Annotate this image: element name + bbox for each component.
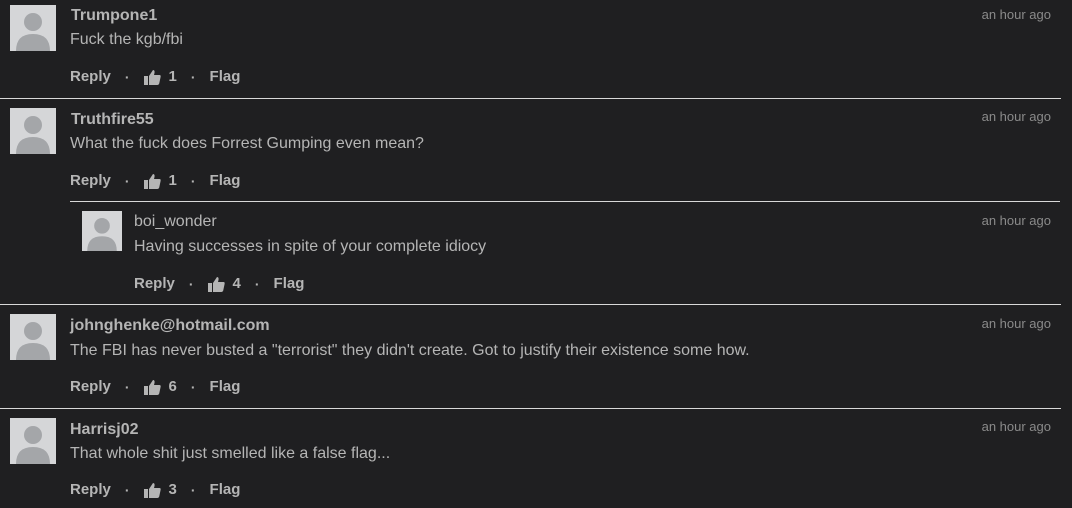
- separator: ·: [188, 275, 194, 292]
- user-silhouette-icon: [16, 322, 50, 360]
- flag-button[interactable]: Flag: [210, 481, 241, 498]
- comment-actions: Reply · 6 · Flag: [70, 378, 240, 395]
- comment-text: That whole shit just smelled like a fals…: [70, 445, 391, 462]
- separator: ·: [190, 481, 196, 498]
- separator: ·: [124, 378, 130, 395]
- thumbs-up-icon: [143, 69, 161, 85]
- comment-author[interactable]: boi_wonder: [134, 213, 217, 231]
- comment: Truthfire55 an hour ago What the fuck do…: [0, 99, 1072, 201]
- comment: johnghenke@hotmail.com an hour ago The F…: [0, 305, 1072, 407]
- flag-button[interactable]: Flag: [210, 68, 241, 85]
- reply-button[interactable]: Reply: [70, 172, 111, 189]
- comment-actions: Reply · 4 · Flag: [134, 275, 304, 292]
- user-silhouette-icon: [16, 13, 50, 51]
- thumbs-up-icon: [143, 379, 161, 395]
- avatar[interactable]: [10, 5, 56, 51]
- separator: ·: [190, 378, 196, 395]
- comment-timestamp[interactable]: an hour ago: [982, 109, 1051, 124]
- like-button[interactable]: 3: [143, 481, 177, 498]
- reply-comment: boi_wonder an hour ago Having successes …: [0, 202, 1072, 304]
- comment-timestamp[interactable]: an hour ago: [982, 419, 1051, 434]
- like-button[interactable]: 1: [143, 172, 177, 189]
- user-silhouette-icon: [87, 217, 117, 251]
- comment-text: The FBI has never busted a "terrorist" t…: [70, 342, 750, 359]
- comment-timestamp[interactable]: an hour ago: [982, 7, 1051, 22]
- comment-author[interactable]: Truthfire55: [71, 111, 154, 129]
- comment-actions: Reply · 3 · Flag: [70, 481, 240, 498]
- like-count: 1: [168, 172, 177, 189]
- like-button[interactable]: 4: [207, 275, 241, 292]
- comment-text: What the fuck does Forrest Gumping even …: [70, 135, 424, 152]
- reply-button[interactable]: Reply: [70, 378, 111, 395]
- like-button[interactable]: 1: [143, 68, 177, 85]
- avatar[interactable]: [10, 314, 56, 360]
- avatar[interactable]: [10, 418, 56, 464]
- reply-button[interactable]: Reply: [70, 481, 111, 498]
- reply-button[interactable]: Reply: [70, 68, 111, 85]
- avatar[interactable]: [10, 108, 56, 154]
- flag-button[interactable]: Flag: [210, 172, 241, 189]
- separator: ·: [254, 275, 260, 292]
- thumbs-up-icon: [143, 482, 161, 498]
- avatar[interactable]: [82, 211, 122, 251]
- like-button[interactable]: 6: [143, 378, 177, 395]
- comment-text: Fuck the kgb/fbi: [70, 31, 183, 48]
- comment-author[interactable]: Harrisj02: [70, 421, 139, 439]
- like-count: 4: [232, 275, 241, 292]
- thumbs-up-icon: [207, 276, 225, 292]
- flag-button[interactable]: Flag: [274, 275, 305, 292]
- user-silhouette-icon: [16, 426, 50, 464]
- separator: ·: [190, 68, 196, 85]
- separator: ·: [124, 68, 130, 85]
- comment: Harrisj02 an hour ago That whole shit ju…: [0, 409, 1072, 508]
- comment-actions: Reply · 1 · Flag: [70, 68, 240, 85]
- comment-author[interactable]: Trumpone1: [71, 7, 157, 25]
- comment-actions: Reply · 1 · Flag: [70, 172, 240, 189]
- comment-author[interactable]: johnghenke@hotmail.com: [70, 317, 270, 335]
- like-count: 6: [168, 378, 177, 395]
- comment-thread: Trumpone1 an hour ago Fuck the kgb/fbi R…: [0, 0, 1072, 508]
- comment-timestamp[interactable]: an hour ago: [982, 213, 1051, 228]
- separator: ·: [124, 481, 130, 498]
- reply-button[interactable]: Reply: [134, 275, 175, 292]
- comment-text: Having successes in spite of your comple…: [134, 238, 487, 255]
- comment: Trumpone1 an hour ago Fuck the kgb/fbi R…: [0, 0, 1072, 98]
- like-count: 3: [168, 481, 177, 498]
- thumbs-up-icon: [143, 173, 161, 189]
- user-silhouette-icon: [16, 116, 50, 154]
- like-count: 1: [168, 68, 177, 85]
- flag-button[interactable]: Flag: [210, 378, 241, 395]
- separator: ·: [124, 172, 130, 189]
- comment-timestamp[interactable]: an hour ago: [982, 316, 1051, 331]
- separator: ·: [190, 172, 196, 189]
